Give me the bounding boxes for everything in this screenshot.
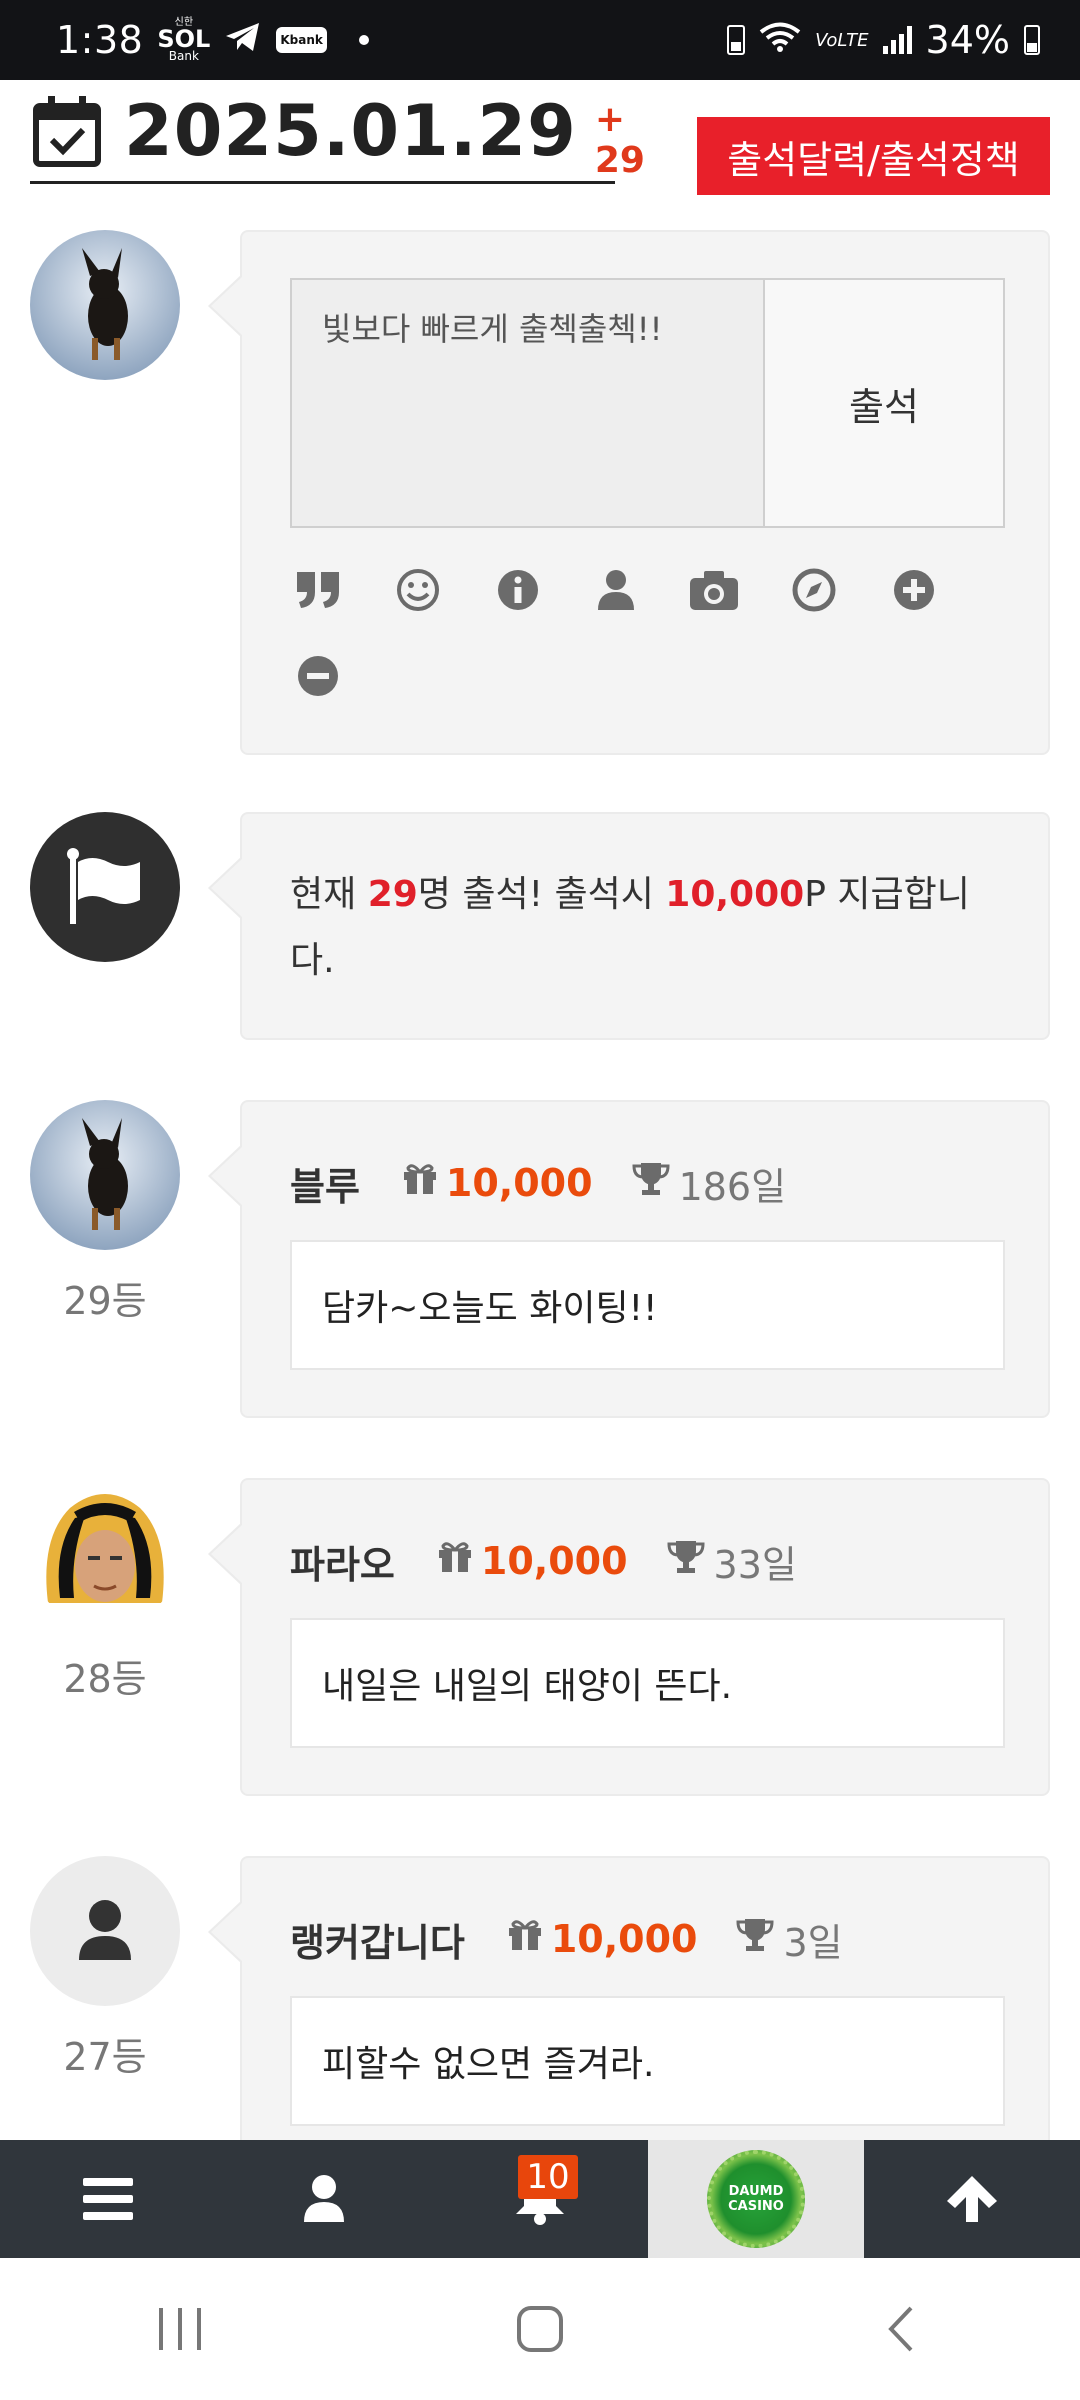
entry-card: 파라오 10,000 33일 내일은 내일의 태양이 뜬다. (208, 1478, 1050, 1796)
notifications-button[interactable]: 10 (432, 2140, 648, 2258)
avatar[interactable] (30, 1478, 180, 1628)
recent-apps-button[interactable] (120, 2289, 240, 2369)
back-button[interactable] (840, 2289, 960, 2369)
trophy-icon (631, 1161, 671, 1206)
battery-saver-icon (727, 25, 746, 55)
status-bar: 1:38 신한 SOL Bank Kbank VoLTE 34% (0, 0, 1080, 80)
menu-button[interactable] (0, 2140, 216, 2258)
arrow-up-icon (947, 2176, 997, 2222)
attendance-date: 2025.01.29 (124, 89, 577, 172)
rank-label: 29등 (63, 1279, 147, 1323)
attendee-count: 29 (367, 874, 418, 915)
date-display: 2025.01.29 + 29 (30, 80, 645, 184)
home-button[interactable] (480, 2289, 600, 2369)
bottom-nav: 10 DAUMD CASINO (0, 2140, 1080, 2258)
points-value: 10,000 (480, 1539, 628, 1583)
attendance-days: 3일 (783, 1920, 843, 1965)
nickname[interactable]: 랭커갑니다 (290, 1912, 465, 1967)
reward-points: 10,000 (665, 874, 805, 915)
entry-card: 블루 10,000 186일 담카~오늘도 화이팅!! (208, 1100, 1050, 1418)
attendance-submit-button[interactable]: 출석 (763, 278, 1005, 528)
minus-circle-icon[interactable] (290, 648, 346, 704)
list-item: 29등 블루 10,000 186일 담카~오늘도 화이팅!! (30, 1100, 1050, 1418)
plus-circle-icon[interactable] (886, 562, 942, 618)
sol-bank-icon: 신한 SOL Bank (157, 17, 211, 63)
menu-icon (83, 2178, 133, 2220)
comment-text: 담카~오늘도 화이팅!! (290, 1240, 1005, 1370)
attendance-days: 186일 (678, 1164, 787, 1209)
rank-label: 28등 (63, 1657, 147, 1701)
battery-percent: 34% (925, 18, 1010, 62)
profile-button[interactable] (216, 2140, 432, 2258)
rank-label: 27등 (63, 2035, 147, 2079)
avatar[interactable] (30, 230, 180, 380)
nickname[interactable]: 블루 (290, 1156, 360, 1211)
attendance-days: 33일 (713, 1542, 797, 1587)
clock: 1:38 (56, 18, 144, 62)
notification-dot-icon (358, 35, 369, 45)
avatar[interactable] (30, 1100, 180, 1250)
user-icon[interactable] (588, 562, 644, 618)
gift-icon (507, 1917, 543, 1961)
quote-icon[interactable] (290, 562, 346, 618)
notice-row: 현재 29명 출석! 출석시 10,000P 지급합니다. (30, 812, 1050, 1040)
kbank-icon: Kbank (276, 27, 327, 53)
default-avatar[interactable] (30, 1856, 180, 2006)
flag-icon (67, 848, 140, 924)
flag-avatar (30, 812, 180, 962)
battery-icon (1024, 25, 1040, 55)
user-icon (79, 1900, 131, 1960)
compass-icon[interactable] (786, 562, 842, 618)
list-item: 27등 랭커갑니다 10,000 3일 피할수 없으면 즐겨라. (30, 1856, 1050, 2174)
attendance-count-badge: + 29 (594, 98, 645, 181)
list-item: 28등 파라오 10,000 33일 내일은 내일의 태양이 뜬다. (30, 1478, 1050, 1796)
trophy-icon (666, 1539, 706, 1584)
attendance-policy-button[interactable]: 출석달력/출석정책 (697, 117, 1050, 195)
points-value: 10,000 (550, 1917, 698, 1961)
nickname[interactable]: 파라오 (290, 1534, 395, 1589)
info-icon[interactable] (490, 562, 546, 618)
comment-text: 피할수 없으면 즐겨라. (290, 1996, 1005, 2126)
notice-card: 현재 29명 출석! 출석시 10,000P 지급합니다. (208, 812, 1050, 1040)
wifi-icon (759, 18, 801, 62)
casino-home-button[interactable]: DAUMD CASINO (648, 2140, 864, 2258)
camera-icon[interactable] (686, 562, 742, 618)
entry-card: 랭커갑니다 10,000 3일 피할수 없으면 즐겨라. (208, 1856, 1050, 2174)
attendance-message-input[interactable]: 빛보다 빠르게 출첵출첵!! (290, 278, 765, 528)
trophy-icon (735, 1917, 775, 1962)
casino-logo: DAUMD CASINO (707, 2150, 805, 2248)
gift-icon (437, 1539, 473, 1583)
recent-apps-icon (159, 2308, 201, 2350)
points-value: 10,000 (445, 1161, 593, 1205)
gift-icon (402, 1161, 438, 1205)
system-nav-bar (0, 2258, 1080, 2400)
back-icon (888, 2306, 913, 2352)
user-icon (304, 2175, 344, 2222)
notification-count-badge: 10 (518, 2155, 578, 2199)
smile-icon[interactable] (390, 562, 446, 618)
compose-toolbar (290, 562, 990, 722)
signal-icon (882, 26, 912, 54)
telegram-icon (224, 18, 262, 62)
compose-row: 빛보다 빠르게 출첵출첵!! 출석 (30, 230, 1050, 755)
attendance-notice: 현재 29명 출석! 출석시 10,000P 지급합니다. (290, 874, 970, 981)
comment-text: 내일은 내일의 태양이 뜬다. (290, 1618, 1005, 1748)
compose-card: 빛보다 빠르게 출첵출첵!! 출석 (208, 230, 1050, 755)
scroll-top-button[interactable] (864, 2140, 1080, 2258)
attendance-header: 2025.01.29 + 29 출석달력/출석정책 (30, 80, 1050, 200)
calendar-check-icon (32, 94, 102, 168)
home-icon (517, 2306, 563, 2352)
volte-icon: VoLTE (815, 29, 869, 51)
